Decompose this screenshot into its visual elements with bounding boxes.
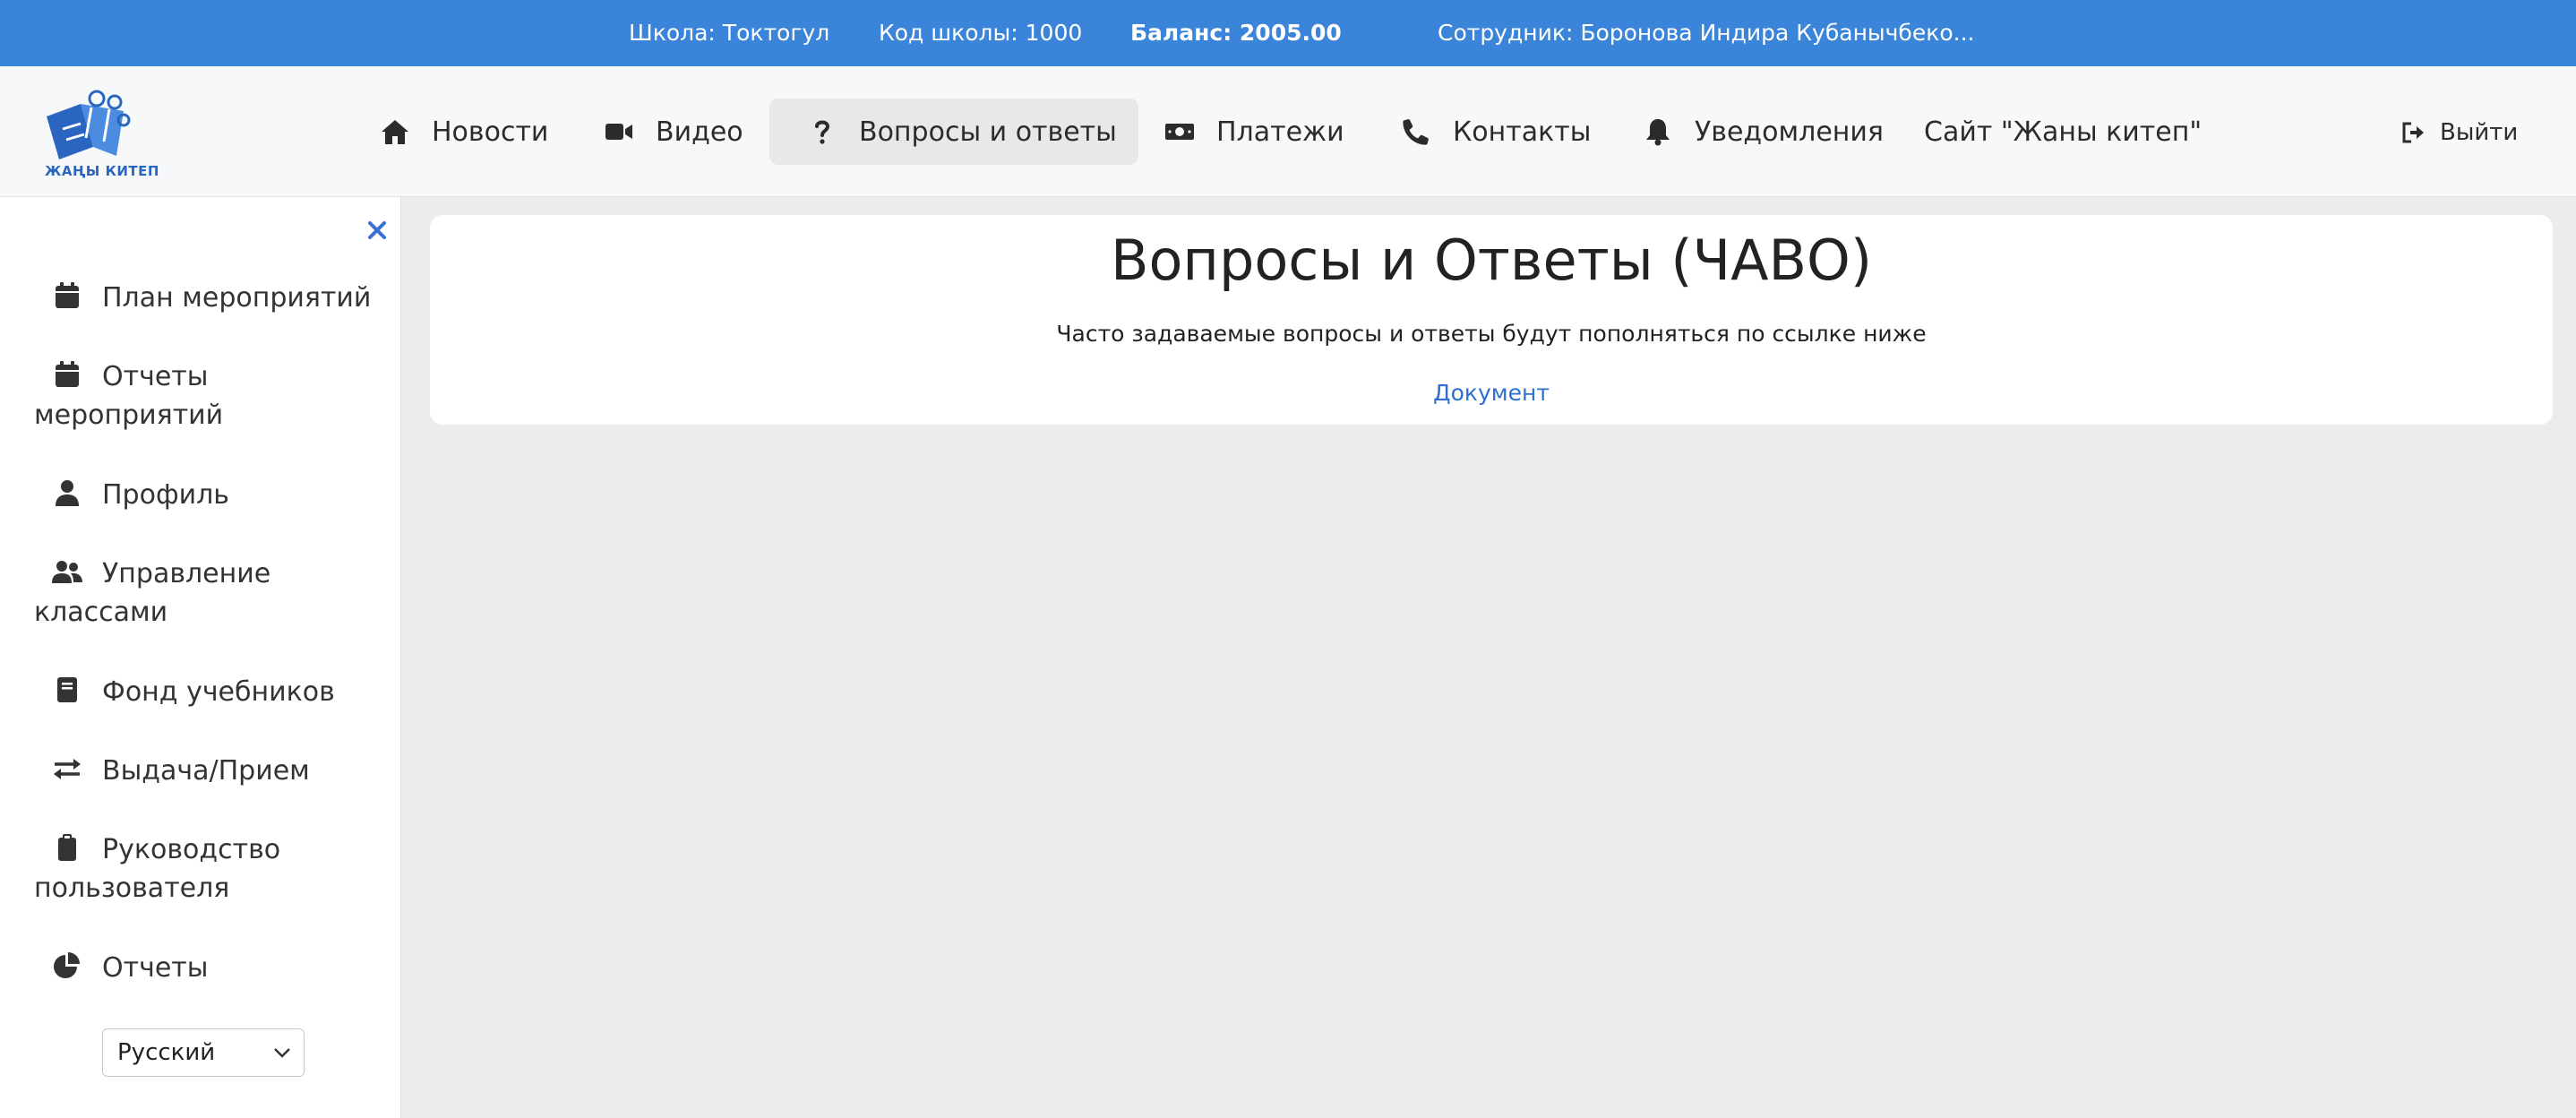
sidebar-item-reports[interactable]: Отчеты: [34, 949, 392, 987]
money-icon: [1165, 124, 1194, 140]
calendar-icon: [56, 361, 79, 387]
balance: Баланс: 2005.00: [1130, 20, 1342, 46]
calendar-icon: [56, 282, 79, 308]
nav-video[interactable]: Видео: [604, 99, 743, 165]
document-link[interactable]: Документ: [430, 380, 2553, 406]
nav-notifications-label: Уведомления: [1695, 116, 1884, 148]
nav-faq-label: Вопросы и ответы: [859, 116, 1117, 148]
sidebar-item-user-guide[interactable]: Руководство пользователя: [34, 830, 392, 907]
nav-payments[interactable]: Платежи: [1164, 99, 1344, 165]
sidebar-item-profile[interactable]: Профиль: [34, 476, 392, 514]
nav-site-link[interactable]: Сайт "Жаны китеп": [1924, 99, 2202, 165]
sidebar-item-issue-return[interactable]: Выдача/Прием: [34, 752, 392, 790]
users-icon: [52, 561, 82, 583]
nav-payments-label: Платежи: [1216, 116, 1344, 148]
pie-chart-icon: [54, 952, 80, 978]
sidebar-item-class-management[interactable]: Управление классами: [34, 555, 392, 632]
page-subtitle: Часто задаваемые вопросы и ответы будут …: [1056, 321, 1927, 347]
language-select-value: Русский: [117, 1039, 216, 1066]
sidebar-item-label: Фонд учебников: [102, 676, 335, 708]
language-select[interactable]: Русский: [102, 1028, 305, 1077]
school-code: Код школы: 1000: [879, 20, 1083, 46]
clipboard-icon: [58, 834, 76, 861]
page-title: Вопросы и Ответы (ЧАВО): [1110, 228, 1873, 293]
main-header: ЖАҢЫ КИТЕП Новости Видео Вопросы и ответ…: [0, 66, 2576, 197]
sidebar-item-event-plan[interactable]: План мероприятий: [34, 279, 392, 317]
question-icon: [815, 120, 830, 144]
chevron-down-icon: [274, 1048, 290, 1058]
sign-out-icon: [2402, 122, 2424, 143]
nav-site-label: Сайт "Жаны китеп": [1924, 116, 2202, 148]
logo-text: ЖАҢЫ КИТЕП: [45, 163, 159, 179]
nav-contacts-label: Контакты: [1453, 116, 1592, 148]
nav-video-label: Видео: [656, 116, 743, 148]
user-icon: [56, 480, 79, 506]
nav-notifications[interactable]: Уведомления: [1643, 99, 1884, 165]
nav-faq[interactable]: Вопросы и ответы: [769, 99, 1138, 165]
close-icon[interactable]: [365, 219, 389, 242]
logout-button[interactable]: Выйти: [2400, 115, 2518, 150]
bell-icon: [1646, 119, 1670, 146]
faq-card: Вопросы и Ответы (ЧАВО) Часто задаваемые…: [430, 215, 2553, 425]
nav-news[interactable]: Новости: [380, 99, 548, 165]
sidebar-item-textbook-fund[interactable]: Фонд учебников: [34, 673, 392, 711]
video-icon: [605, 124, 632, 140]
nav-news-label: Новости: [432, 116, 549, 148]
nav-contacts[interactable]: Контакты: [1401, 99, 1591, 165]
exchange-icon: [54, 759, 81, 779]
phone-icon: [1403, 119, 1429, 145]
school-name: Школа: Токтогул: [629, 20, 830, 46]
home-icon: [382, 120, 408, 144]
top-info-bar: Школа: Токтогул Код школы: 1000 Баланс: …: [0, 0, 2576, 66]
sidebar-item-event-reports[interactable]: Отчеты мероприятий: [34, 357, 392, 434]
sidebar-item-label: Профиль: [102, 479, 229, 511]
book-icon: [57, 677, 77, 702]
sidebar-item-label: Отчеты: [102, 952, 209, 984]
employee-name: Сотрудник: Боронова Индира Кубанычбеко..…: [1438, 20, 1975, 46]
sidebar: План мероприятий Отчеты мероприятий Проф…: [0, 197, 401, 1118]
sidebar-item-label: План мероприятий: [102, 282, 372, 314]
logout-label: Выйти: [2440, 119, 2519, 146]
sidebar-item-label: Выдача/Прием: [102, 755, 310, 787]
